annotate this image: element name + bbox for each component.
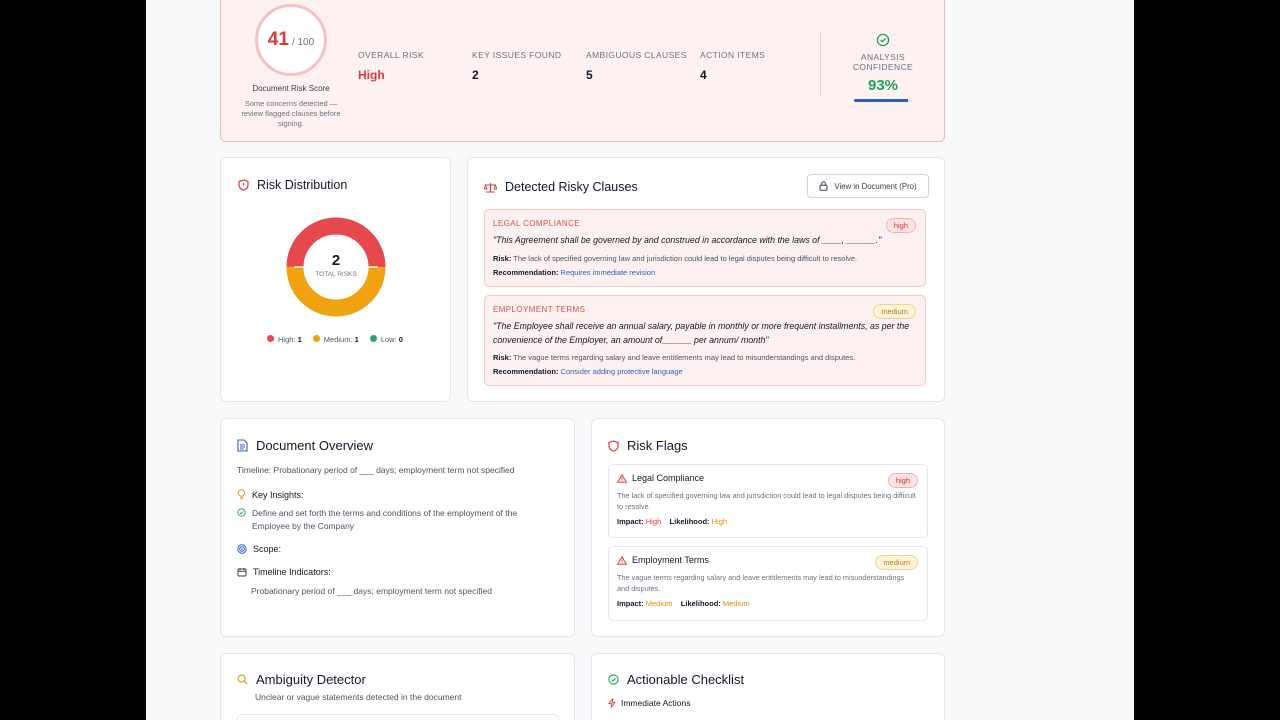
flag-description: The lack of specified governing law and … [617, 491, 916, 511]
severity-badge: medium [873, 304, 916, 319]
risk-distribution-card: Risk Distribution 2 TOTAL RISKS High: 1 … [220, 157, 451, 402]
clause-risk: Risk: The vague terms regarding salary a… [493, 353, 856, 363]
actionable-checklist-card: Actionable Checklist Immediate Actions [591, 653, 945, 720]
risk-score-value: 41 [267, 29, 289, 50]
timeline-indicator-text: Probationary period of ___ days; employm… [251, 586, 492, 596]
risk-legend: High: 1 Medium: 1 Low: 0 [267, 335, 403, 344]
confidence-bar-fill [854, 99, 908, 102]
card-title: Ambiguity Detector [256, 672, 366, 687]
scope-heading: Scope: [237, 544, 281, 554]
ambiguity-subtitle: Unclear or vague statements detected in … [255, 692, 462, 702]
donut-center: 2 TOTAL RISKS [286, 252, 386, 278]
stat-ambiguous-clauses: AMBIGUOUS CLAUSES 5 [586, 50, 687, 82]
risk-score-ring: 41 / 100 [255, 4, 327, 76]
stat-label: ACTION ITEMS [700, 50, 766, 60]
stat-label: KEY ISSUES FOUND [472, 50, 562, 60]
risk-flag-item[interactable]: Employment Terms medium The vague terms … [608, 546, 928, 621]
warning-icon [617, 473, 627, 483]
lightning-icon [608, 698, 616, 708]
checklist-header: Actionable Checklist [608, 672, 744, 687]
ambiguity-detector-card: Ambiguity Detector Unclear or vague stat… [220, 653, 575, 720]
shield-icon [238, 179, 249, 191]
flag-title: Employment Terms [617, 555, 919, 565]
shield-icon [608, 439, 619, 452]
target-icon [237, 544, 247, 554]
risk-score-label: Document Risk Score [252, 84, 330, 93]
card-title: Actionable Checklist [627, 672, 745, 687]
divider [820, 31, 821, 97]
legend-item-medium: Medium: 1 [312, 335, 359, 344]
lock-icon [819, 181, 828, 191]
risk-summary-banner: 41 / 100 Document Risk Score Some concer… [220, 0, 945, 142]
key-insights-heading: Key Insights: [237, 489, 304, 500]
clause-item[interactable]: LEGAL COMPLIANCE high "This Agreement sh… [484, 209, 926, 287]
calendar-icon [237, 568, 247, 577]
immediate-actions-heading: Immediate Actions [608, 698, 690, 708]
risk-flag-item[interactable]: Legal Compliance high The lack of specif… [608, 464, 928, 538]
severity-badge: high [887, 473, 918, 488]
clause-quote: "The Employee shall receive an annual sa… [493, 321, 910, 345]
analysis-confidence: ANALYSIS CONFIDENCE 93% [833, 33, 933, 102]
confidence-label: ANALYSIS CONFIDENCE [852, 52, 914, 72]
scale-icon [484, 182, 497, 193]
clause-item[interactable]: EMPLOYMENT TERMS medium "The Employee sh… [484, 295, 926, 386]
confidence-bar [854, 99, 912, 102]
search-icon [237, 674, 248, 685]
flag-meta: Impact: Medium Likelihood: Medium [617, 599, 750, 609]
total-risks-value: 2 [331, 252, 341, 269]
clause-recommendation: Recommendation: Requires immediate revis… [493, 267, 656, 277]
stat-value: 5 [586, 68, 593, 82]
ambiguity-item [237, 714, 559, 720]
card-title: Risk Distribution [257, 178, 348, 192]
risk-flags-card: Risk Flags Legal Compliance high The lac… [591, 418, 945, 637]
stat-value: 2 [472, 68, 479, 82]
ambiguity-detector-header: Ambiguity Detector [237, 672, 366, 687]
document-overview-header: Document Overview [237, 438, 373, 453]
risky-clauses-header: Detected Risky Clauses [484, 180, 638, 194]
card-title: Risk Flags [627, 438, 688, 453]
risk-flags-header: Risk Flags [608, 438, 688, 453]
clause-category: LEGAL COMPLIANCE [493, 219, 581, 228]
legend-item-low: Low: 0 [369, 335, 403, 344]
timeline-indicators-heading: Timeline Indicators: [237, 567, 331, 577]
key-insight-item: Define and set forth the terms and condi… [237, 507, 552, 533]
severity-badge: high [885, 218, 916, 233]
view-in-document-button[interactable]: View in Document (Pro) [807, 174, 929, 198]
flag-meta: Impact: High Likelihood: High [617, 517, 728, 527]
button-label: View in Document (Pro) [834, 181, 917, 191]
clause-category: EMPLOYMENT TERMS [493, 305, 586, 314]
stat-action-items: ACTION ITEMS 4 [700, 50, 765, 82]
flag-title: Legal Compliance [617, 473, 919, 483]
lightbulb-icon [237, 489, 246, 500]
total-risks-label: TOTAL RISKS [315, 271, 357, 278]
stat-key-issues: KEY ISSUES FOUND 2 [472, 50, 561, 82]
stat-label: AMBIGUOUS CLAUSES [586, 50, 687, 60]
check-circle-icon [876, 33, 890, 47]
check-circle-icon [237, 508, 246, 517]
overview-timeline: Timeline: Probationary period of ___ day… [237, 465, 515, 475]
risk-score-max: / 100 [291, 37, 315, 48]
dashboard-page: 41 / 100 Document Risk Score Some concer… [146, 0, 1134, 720]
stat-label: OVERALL RISK [358, 50, 424, 60]
stat-value: High [358, 68, 385, 82]
risk-score-note: Some concerns detected — review flagged … [241, 99, 341, 129]
document-icon [237, 439, 248, 452]
severity-badge: medium [875, 555, 918, 570]
card-title: Document Overview [256, 438, 374, 453]
risky-clauses-card: Detected Risky Clauses View in Document … [467, 157, 945, 402]
document-overview-card: Document Overview Timeline: Probationary… [220, 418, 575, 637]
insight-text: Define and set forth the terms and condi… [252, 508, 518, 532]
card-title: Detected Risky Clauses [505, 180, 638, 194]
clause-quote: "This Agreement shall be governed by and… [493, 235, 882, 245]
flag-description: The vague terms regarding salary and lea… [617, 573, 905, 593]
risk-distribution-header: Risk Distribution [238, 178, 347, 192]
stat-overall-risk: OVERALL RISK High [358, 50, 424, 82]
confidence-value: 93% [867, 77, 899, 94]
stat-value: 4 [700, 68, 707, 82]
clause-recommendation: Recommendation: Consider adding protecti… [493, 367, 683, 377]
check-circle-icon [608, 674, 619, 685]
clause-risk: Risk: The lack of specified governing la… [493, 253, 858, 263]
legend-item-high: High: 1 [267, 335, 302, 344]
warning-icon [617, 555, 627, 565]
